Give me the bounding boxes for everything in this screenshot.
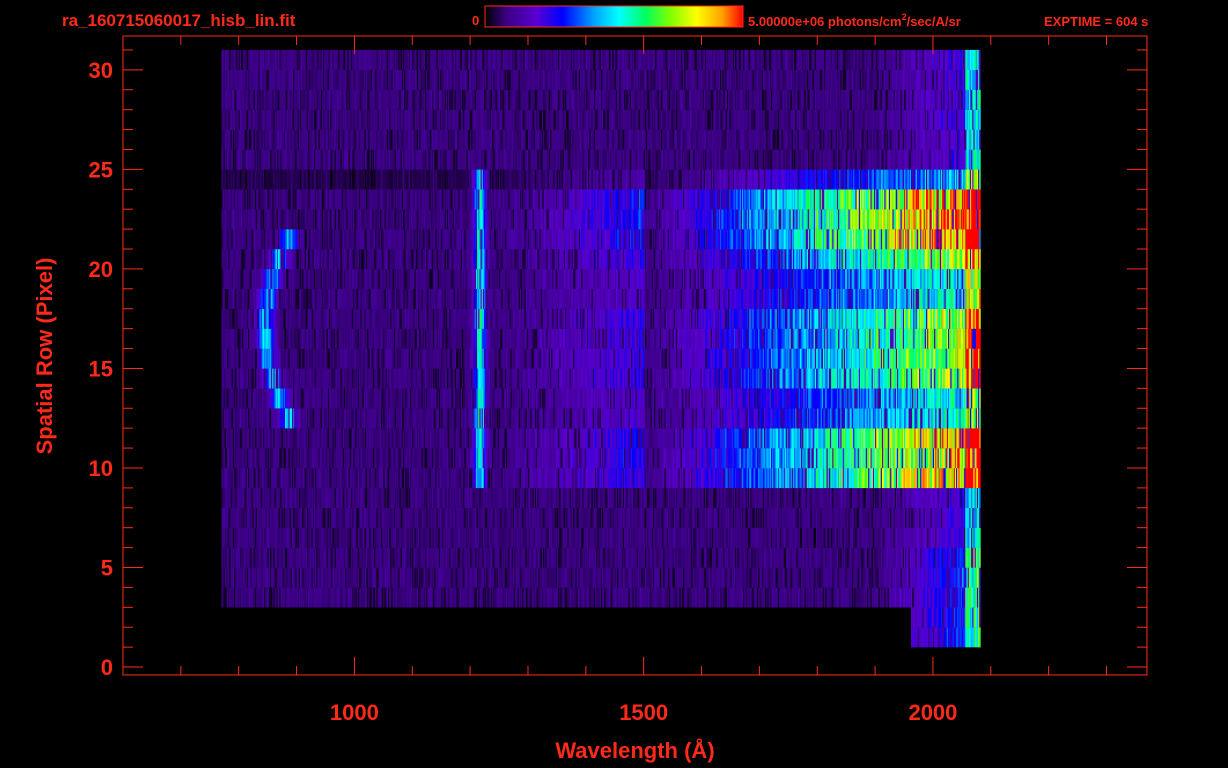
y-tick-labels: 0 5 10 15 20 25 30 [89,58,113,680]
colorbar-min-label: 0 [472,13,479,28]
y-tick-label: 10 [89,456,113,481]
x-tick-label: 1500 [619,700,668,725]
y-tick-label: 30 [89,58,113,83]
heatmap-data [221,50,980,647]
x-tick-label: 2000 [908,700,957,725]
y-tick-label: 20 [89,257,113,282]
y-tick-label: 5 [101,556,113,581]
colorbar [485,6,743,27]
x-tick-labels: 1000 1500 2000 [330,700,957,725]
filename-title: ra_160715060017_hisb_lin.fit [62,11,296,30]
x-tick-label: 1000 [330,700,379,725]
colorbar-max-label: 5.00000e+06 photons/cm2/sec/A/sr [748,12,961,29]
y-tick-label: 25 [89,157,113,182]
y-tick-label: 15 [89,356,113,381]
y-axis-label: Spatial Row (Pixel) [32,258,57,455]
x-axis-label: Wavelength (Å) [555,737,714,763]
spectral-image-plot: ra_160715060017_hisb_lin.fit 0 5.00000e+… [0,0,1228,768]
exptime-label: EXPTIME = 604 s [1044,14,1148,29]
y-tick-label: 0 [101,655,113,680]
